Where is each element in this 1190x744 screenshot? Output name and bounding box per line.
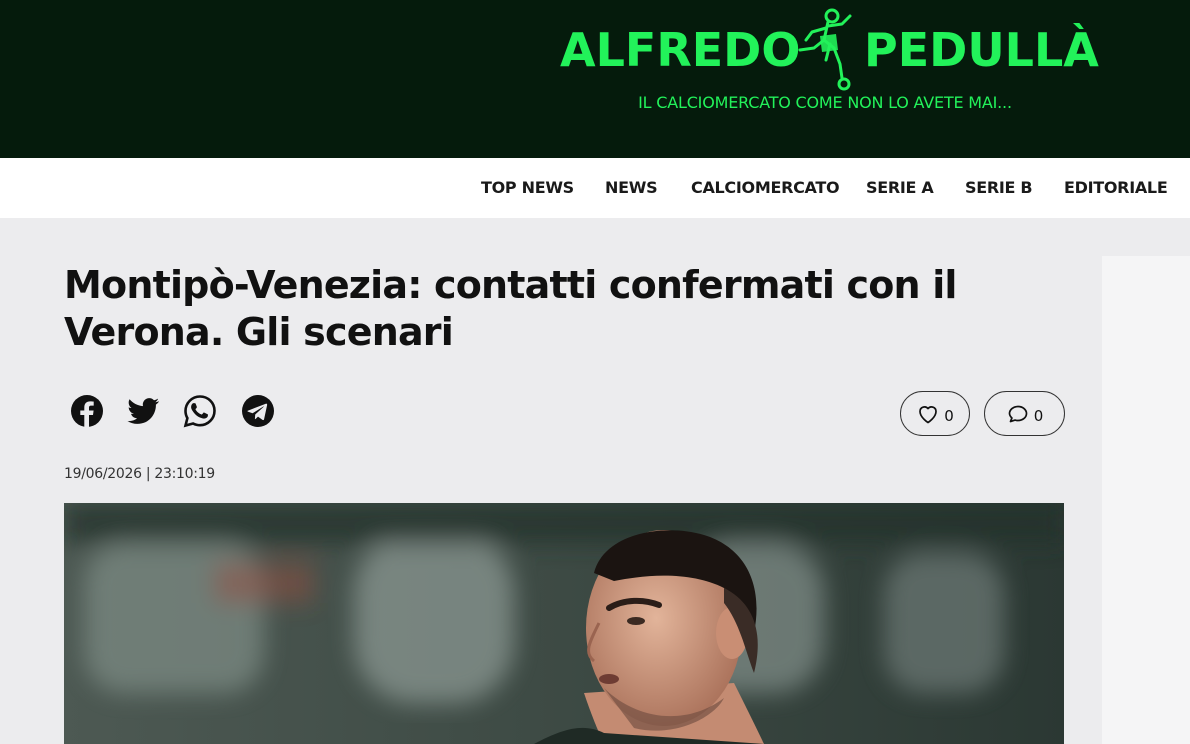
site-logo[interactable]: ALFREDO PEDULLÀ xyxy=(560,4,1099,92)
soccer-player-icon xyxy=(798,8,852,91)
whatsapp-icon[interactable] xyxy=(183,394,217,428)
comment-icon xyxy=(1008,405,1028,422)
heart-icon xyxy=(919,405,938,423)
comment-count: 0 xyxy=(1033,406,1044,425)
sidebar xyxy=(1102,256,1190,744)
site-tagline: IL CALCIOMERCATO COME NON LO AVETE MAI..… xyxy=(638,93,1012,112)
site-header: ALFREDO PEDULLÀ IL CALCIOMERCATO COME NO… xyxy=(0,0,1190,158)
like-count: 0 xyxy=(944,406,954,425)
nav-item-calciomercato[interactable]: CALCIOMERCATO xyxy=(691,178,840,197)
player-photo xyxy=(64,503,1064,744)
twitter-icon[interactable] xyxy=(126,394,160,428)
nav-item-editoriale[interactable]: EDITORIALE xyxy=(1064,178,1168,197)
article-hero-image xyxy=(64,503,1064,744)
facebook-icon[interactable] xyxy=(70,394,104,428)
article-date: 19/06/2026 | 23:10:19 xyxy=(64,466,215,482)
nav-item-news[interactable]: NEWS xyxy=(605,178,658,197)
sidebar-spacer xyxy=(1102,218,1190,256)
main-nav: TOP NEWS NEWS CALCIOMERCATO SERIE A SERI… xyxy=(0,158,1190,218)
logo-text-right: PEDULLÀ xyxy=(864,23,1099,77)
comments-button[interactable]: 0 xyxy=(984,391,1065,436)
nav-item-top-news[interactable]: TOP NEWS xyxy=(481,178,574,197)
logo-text-left: ALFREDO xyxy=(560,23,801,77)
like-button[interactable]: 0 xyxy=(900,391,970,436)
nav-item-serie-b[interactable]: SERIE B xyxy=(965,178,1033,197)
article-title: Montipò-Venezia: contatti confermati con… xyxy=(64,263,957,354)
nav-item-serie-a[interactable]: SERIE A xyxy=(866,178,934,197)
telegram-icon[interactable] xyxy=(241,394,275,428)
